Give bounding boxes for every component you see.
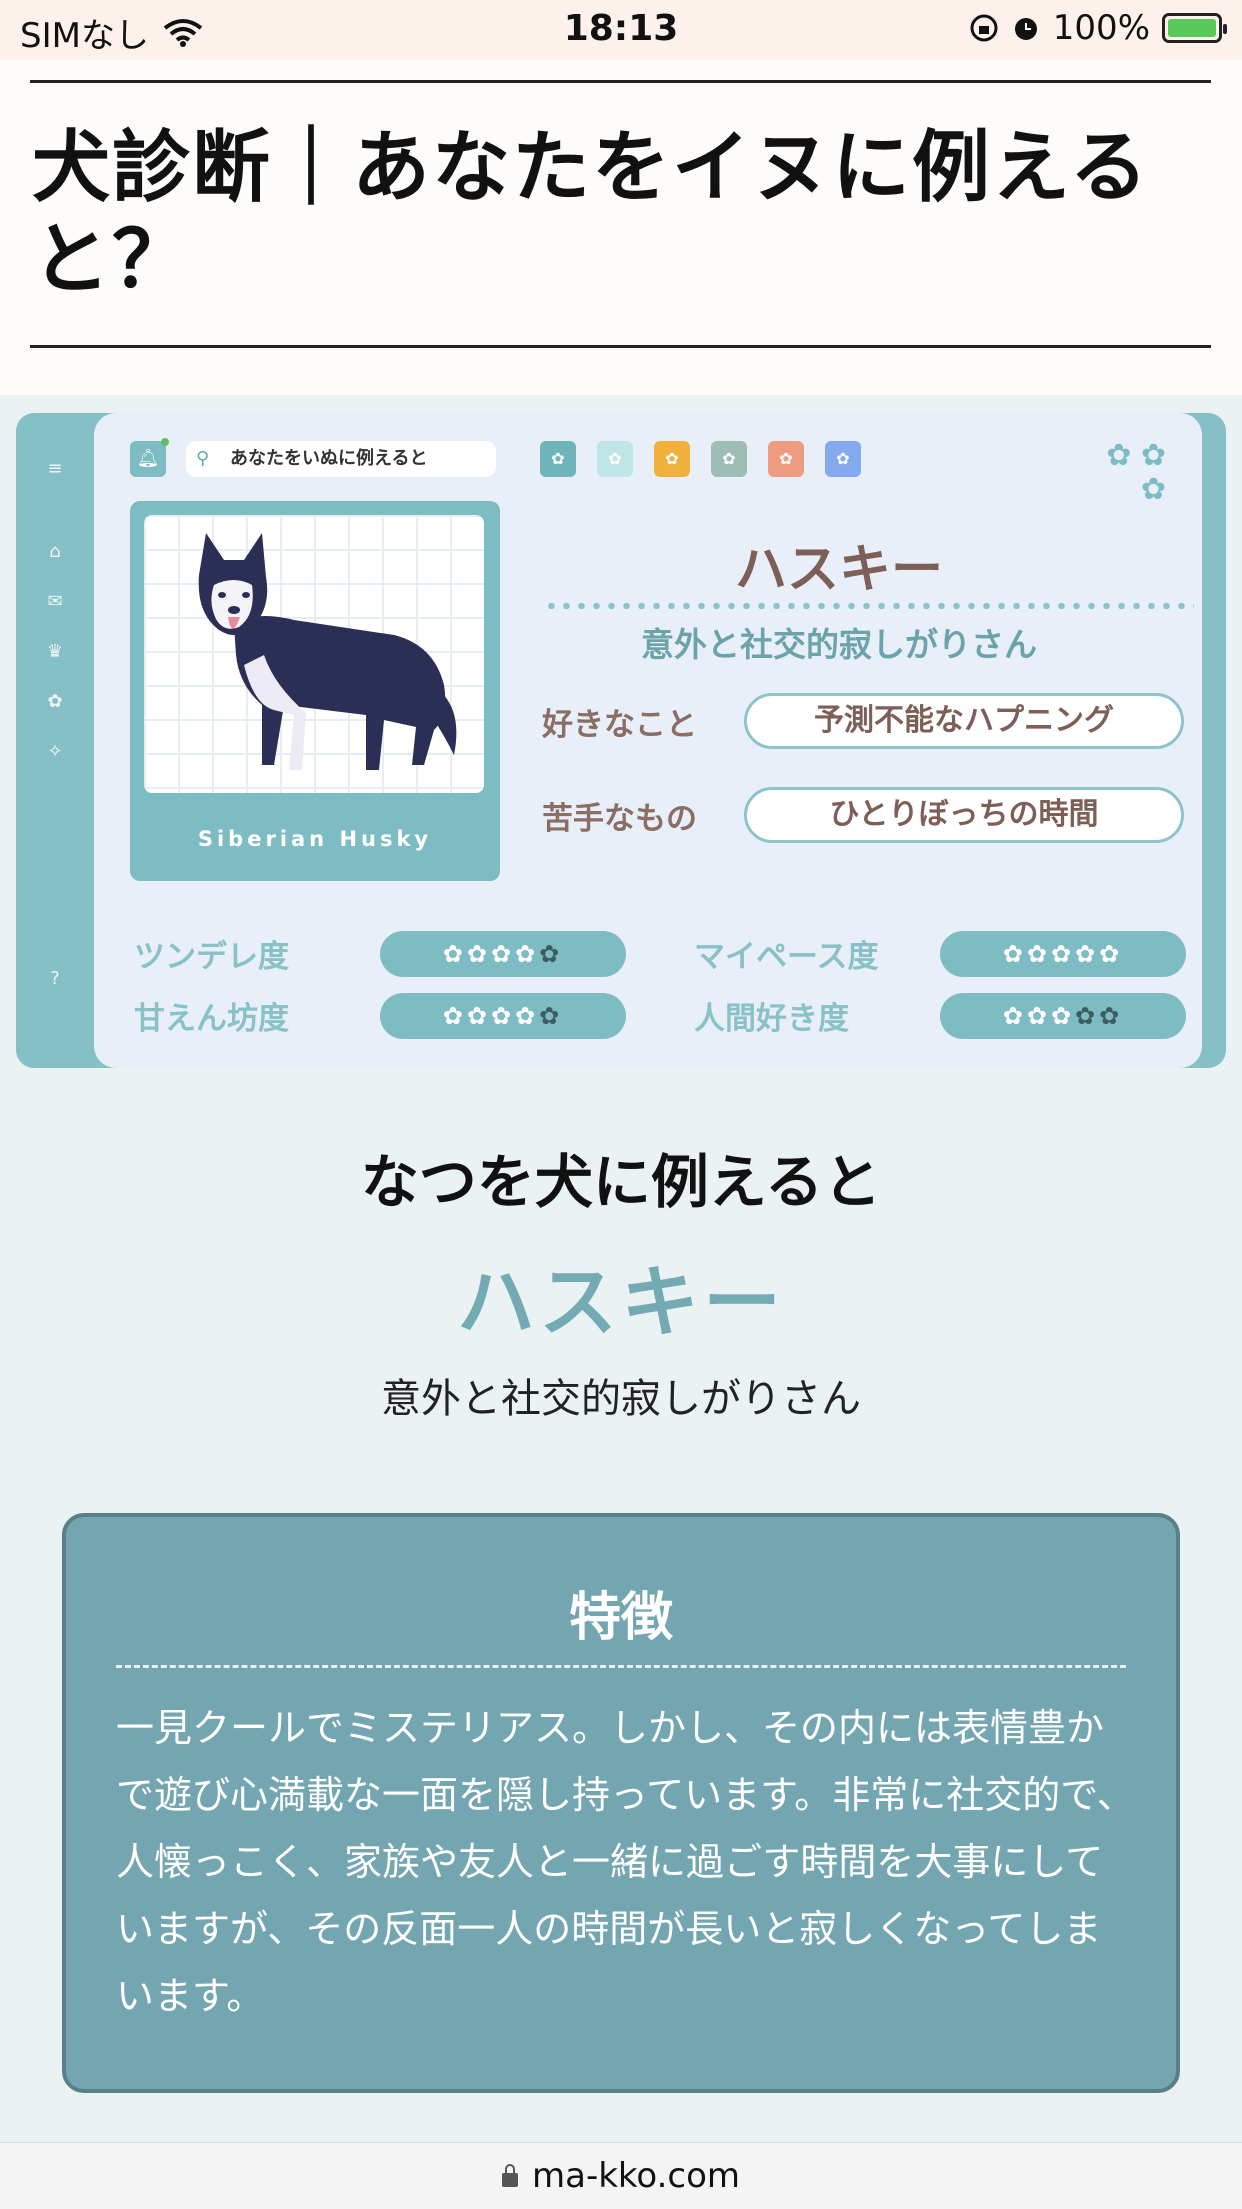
stat-meter-mypace: ✿✿✿✿✿ <box>940 931 1186 977</box>
stat-meter-tsundere: ✿✿✿✿✿ <box>380 931 626 977</box>
page-title: 犬診断｜あなたをイヌに例えると？ <box>32 123 1150 305</box>
stat-label-mypace: マイペース度 <box>694 939 879 975</box>
card-content: 🔔︎ ⚲ あなたをいぬに例えると ✿ ✿ ✿ ✿ ✿ ✿ ✿ ✿ ✿ Siber… <box>94 413 1202 1068</box>
likes-value: 予測不能なハプニング <box>744 693 1184 749</box>
stat-label-tsundere: ツンデレ度 <box>134 939 289 975</box>
paw-filled-icon: ✿ <box>1002 940 1027 968</box>
result-subtitle: 意外と社交的寂しがりさん <box>381 1376 861 1422</box>
battery-percent: 100% <box>1052 8 1150 48</box>
color-swatch-5: ✿ <box>768 441 804 477</box>
lock-icon <box>501 2164 518 2187</box>
stat-meter-people-lover: ✿✿✿✿✿ <box>940 993 1186 1039</box>
paw-filled-icon: ✿ <box>1050 940 1076 968</box>
paw-filled-icon: ✿ <box>515 1002 540 1030</box>
paw-filled-icon: ✿ <box>1026 1002 1051 1030</box>
stat-label-people-lover: 人間好き度 <box>694 1001 849 1037</box>
color-swatch-1: ✿ <box>540 441 576 477</box>
paw-prints-decoration: ✿ ✿ ✿ <box>1106 438 1166 507</box>
paw-filled-icon: ✿ <box>490 940 516 968</box>
likes-label: 好きなこと <box>542 707 697 743</box>
card-breed-subtitle: 意外と社交的寂しがりさん <box>641 625 1037 664</box>
paw-empty-icon: ✿ <box>539 940 564 968</box>
menu-icon: ≡ <box>47 458 63 479</box>
stat-meter-amaenbo: ✿✿✿✿✿ <box>380 993 626 1039</box>
paw-empty-icon: ✿ <box>539 1002 564 1030</box>
color-swatch-2: ✿ <box>597 441 633 477</box>
photo-caption: Siberian Husky <box>197 827 433 851</box>
color-swatch-3: ✿ <box>654 441 690 477</box>
features-divider <box>116 1665 1126 1668</box>
paw-filled-icon: ✿ <box>490 1002 516 1030</box>
features-body: 一見クールでミステリアス。しかし、その内には表情豊かで遊び心満載な一面を隠し持っ… <box>116 1706 1135 2018</box>
color-swatch-4: ✿ <box>711 441 747 477</box>
husky-illustration <box>144 515 484 793</box>
paw-filled-icon: ✿ <box>1099 940 1124 968</box>
husky-drawing <box>198 533 457 770</box>
paw-filled-icon: ✿ <box>1026 940 1051 968</box>
result-card-image: ≡ ⌂ ✉ ♛ ✿ ✧ ? 🔔︎ ⚲ あなたをいぬに例えると ✿ ✿ ✿ ✿ ✿… <box>16 413 1226 1068</box>
paw-filled-icon: ✿ <box>466 1002 491 1030</box>
url-domain: ma-kko.com <box>531 2156 741 2196</box>
paw-icon: ✿ <box>47 691 63 712</box>
address-bar[interactable]: ma-kko.com <box>0 2142 1242 2209</box>
features-box: 特徴 一見クールでミステリアス。しかし、その内には表情豊かで遊び心満載な一面を隠… <box>62 1513 1180 2093</box>
dog-photo-frame: Siberian Husky <box>130 501 500 881</box>
paw-filled-icon: ✿ <box>515 940 540 968</box>
bell-icon: 🔔︎ <box>130 438 169 477</box>
orientation-lock-icon <box>970 14 998 42</box>
status-right: 100% <box>969 8 1227 48</box>
paw-filled-icon: ✿ <box>1075 940 1100 968</box>
card-sidebar: ≡ ⌂ ✉ ♛ ✿ ✧ ? <box>16 413 94 1068</box>
home-icon: ⌂ <box>49 541 61 562</box>
paw-empty-icon: ✿ <box>1099 1002 1124 1030</box>
alarm-icon <box>1014 18 1037 40</box>
dislikes-label: 苦手なもの <box>542 801 697 837</box>
features-heading: 特徴 <box>568 1588 673 1648</box>
paw-filled-icon: ✿ <box>1002 1002 1027 1030</box>
help-icon: ? <box>50 968 60 989</box>
dislikes-value: ひとりぼっちの時間 <box>744 787 1184 843</box>
page-header: 犬診断｜あなたをイヌに例えると？ <box>0 60 1242 395</box>
stat-label-amaenbo: 甘えん坊度 <box>134 1001 289 1037</box>
paw-filled-icon: ✿ <box>466 940 491 968</box>
status-bar: SIMなし 18:13 100% <box>0 0 1242 60</box>
color-swatch-6: ✿ <box>825 441 861 477</box>
paw-filled-icon: ✿ <box>442 940 467 968</box>
card-search-text: あなたをいぬに例えると <box>230 448 428 469</box>
header-top-rule <box>30 80 1211 83</box>
result-breed-name: ハスキー <box>456 1258 785 1348</box>
paw-filled-icon: ✿ <box>442 1002 467 1030</box>
result-lead: なつを犬に例えると <box>360 1148 882 1216</box>
paw-filled-icon: ✿ <box>1050 1002 1076 1030</box>
sparkle-icon: ✧ <box>47 741 63 762</box>
card-breed-name: ハスキー <box>734 540 943 600</box>
search-icon: ⚲ <box>196 448 210 469</box>
battery-icon <box>1162 13 1227 43</box>
crown-icon: ♛ <box>46 641 64 662</box>
paw-empty-icon: ✿ <box>1075 1002 1100 1030</box>
header-bottom-rule <box>30 345 1211 348</box>
dotted-divider <box>544 603 1194 609</box>
mail-icon: ✉ <box>47 591 63 612</box>
card-search-box: ⚲ あなたをいぬに例えると <box>186 441 496 477</box>
